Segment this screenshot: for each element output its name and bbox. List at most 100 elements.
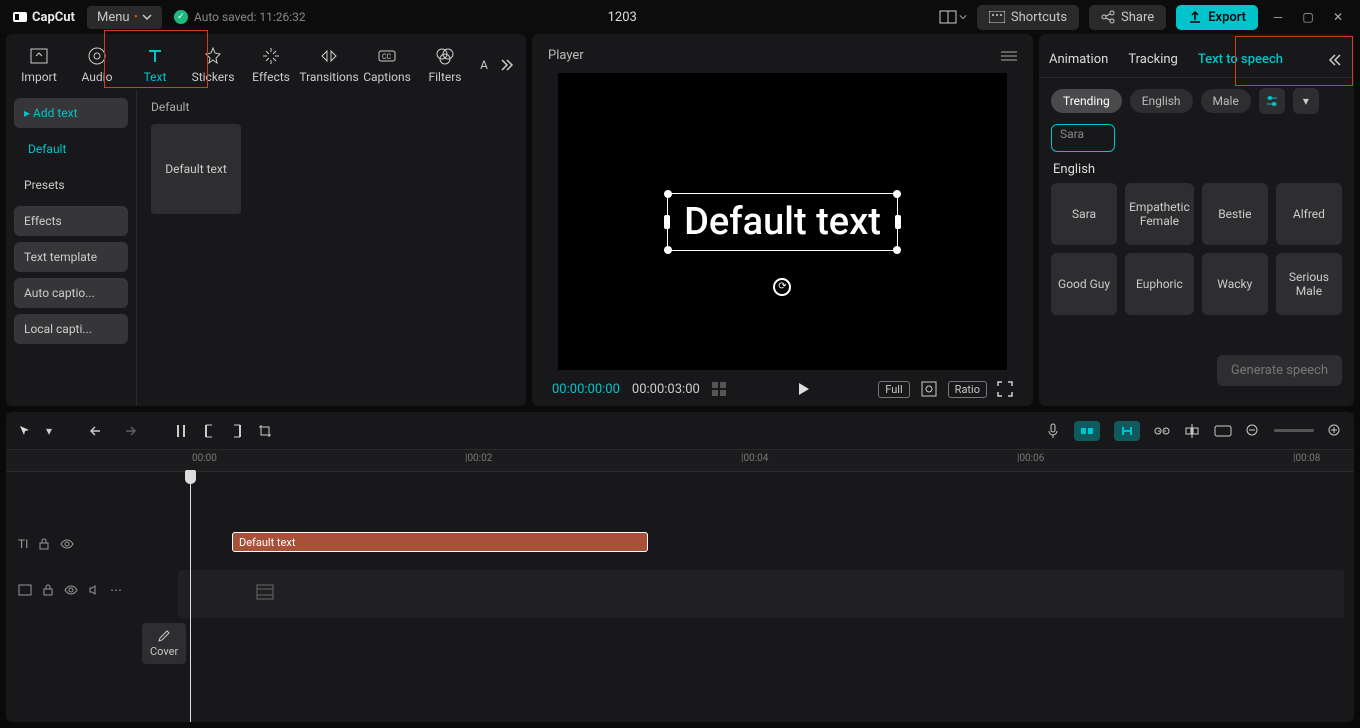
text-selection-box[interactable]: Default text ⟳ bbox=[667, 193, 898, 251]
redo-icon bbox=[120, 424, 136, 438]
collapse-inspector-button[interactable] bbox=[1328, 52, 1344, 68]
ratio-button[interactable]: Ratio bbox=[948, 381, 987, 398]
project-title: 1203 bbox=[318, 10, 927, 25]
text-sidebar: ▸ Add text Default Presets Effects Text … bbox=[6, 90, 136, 406]
resize-handle-r[interactable] bbox=[895, 215, 901, 229]
ruler-mark: 00:00 bbox=[192, 453, 217, 464]
resize-handle-l[interactable] bbox=[664, 215, 670, 229]
trim-right-icon bbox=[230, 423, 244, 439]
tab-import[interactable]: Import bbox=[10, 40, 68, 90]
app-logo: CapCut bbox=[12, 9, 75, 25]
chip-english[interactable]: English bbox=[1130, 89, 1193, 113]
generate-speech-button[interactable]: Generate speech bbox=[1217, 355, 1342, 386]
filter-dropdown[interactable]: ▾ bbox=[1293, 88, 1319, 114]
tab-transitions[interactable]: Transitions bbox=[300, 40, 358, 90]
mic-button[interactable] bbox=[1046, 423, 1060, 439]
sidebar-add-text[interactable]: ▸ Add text bbox=[14, 98, 128, 128]
voice-alfred[interactable]: Alfred bbox=[1276, 183, 1342, 245]
timeline-ruler[interactable]: 00:00 |00:02 |00:04 |00:06 |00:08 bbox=[6, 450, 1354, 472]
video-preview[interactable]: Default text ⟳ bbox=[558, 73, 1007, 370]
voice-sara[interactable]: Sara bbox=[1051, 183, 1117, 245]
voice-serious-male[interactable]: Serious Male bbox=[1276, 253, 1342, 315]
align-button[interactable] bbox=[1184, 424, 1200, 438]
lock-icon[interactable] bbox=[38, 538, 50, 550]
magnet-left-button[interactable] bbox=[1074, 421, 1100, 441]
share-button[interactable]: Share bbox=[1089, 5, 1166, 30]
insp-tab-tts[interactable]: Text to speech bbox=[1198, 48, 1283, 71]
voice-good-guy[interactable]: Good Guy bbox=[1051, 253, 1117, 315]
more-tabs-button[interactable] bbox=[494, 53, 518, 77]
redo-button[interactable] bbox=[120, 424, 136, 438]
tab-filters[interactable]: Filters bbox=[416, 40, 474, 90]
import-icon bbox=[29, 46, 49, 66]
sidebar-effects[interactable]: Effects bbox=[14, 206, 128, 236]
player-menu-button[interactable] bbox=[1001, 50, 1017, 62]
layout-button[interactable] bbox=[939, 10, 967, 24]
tab-stickers[interactable]: Stickers bbox=[184, 40, 242, 90]
link-button[interactable] bbox=[1154, 426, 1170, 436]
tab-audio[interactable]: Audio bbox=[68, 40, 126, 90]
lock-icon[interactable] bbox=[42, 584, 54, 596]
voice-euphoric[interactable]: Euphoric bbox=[1125, 253, 1194, 315]
shortcuts-button[interactable]: Shortcuts bbox=[977, 5, 1079, 30]
playhead[interactable] bbox=[190, 472, 191, 722]
fullscreen-icon[interactable] bbox=[997, 381, 1013, 397]
eye-icon[interactable] bbox=[60, 539, 74, 549]
zoom-slider[interactable] bbox=[1274, 429, 1314, 432]
resize-handle-tr[interactable] bbox=[893, 190, 901, 198]
export-button[interactable]: Export bbox=[1176, 5, 1258, 30]
zoom-in-button[interactable] bbox=[1328, 424, 1342, 438]
select-mode-dropdown[interactable]: ▾ bbox=[46, 424, 52, 438]
crop-tool[interactable] bbox=[258, 424, 272, 438]
tab-more-partial[interactable]: A bbox=[474, 52, 494, 78]
trim-left-icon bbox=[202, 423, 216, 439]
resize-handle-br[interactable] bbox=[893, 246, 901, 254]
chip-male[interactable]: Male bbox=[1201, 89, 1251, 113]
menu-button[interactable]: Menu • bbox=[87, 6, 162, 29]
select-tool[interactable] bbox=[18, 424, 32, 438]
voice-empathetic-female[interactable]: Empathetic Female bbox=[1125, 183, 1194, 245]
chip-trending[interactable]: Trending bbox=[1051, 89, 1122, 113]
playhead-knob[interactable] bbox=[185, 470, 196, 484]
magnet-right-button[interactable] bbox=[1114, 421, 1140, 441]
undo-button[interactable] bbox=[90, 424, 106, 438]
sidebar-local-captions[interactable]: Local capti... bbox=[14, 314, 128, 344]
selected-voice-chip[interactable]: Sara bbox=[1051, 124, 1115, 152]
track-area[interactable]: Default text bbox=[178, 472, 1354, 722]
default-text-thumb[interactable]: Default text bbox=[151, 124, 241, 214]
export-icon bbox=[1188, 10, 1202, 24]
close-button[interactable]: ✕ bbox=[1328, 7, 1348, 27]
tab-captions[interactable]: CCCaptions bbox=[358, 40, 416, 90]
trim-left-tool[interactable] bbox=[202, 423, 216, 439]
rotate-handle[interactable]: ⟳ bbox=[773, 278, 791, 296]
insp-tab-animation[interactable]: Animation bbox=[1049, 48, 1108, 71]
resize-handle-tl[interactable] bbox=[664, 190, 672, 198]
grid-icon[interactable] bbox=[712, 382, 728, 396]
voice-wacky[interactable]: Wacky bbox=[1202, 253, 1268, 315]
full-button[interactable]: Full bbox=[878, 381, 909, 398]
track-more-button[interactable]: ⋯ bbox=[110, 583, 122, 597]
sidebar-auto-captions[interactable]: Auto captio... bbox=[14, 278, 128, 308]
text-clip[interactable]: Default text bbox=[232, 532, 648, 552]
minimize-button[interactable]: ─ bbox=[1268, 7, 1288, 27]
filter-settings-button[interactable] bbox=[1259, 88, 1285, 114]
tab-text[interactable]: Text bbox=[126, 40, 184, 90]
voice-bestie[interactable]: Bestie bbox=[1202, 183, 1268, 245]
split-tool[interactable] bbox=[174, 423, 188, 439]
resize-handle-bl[interactable] bbox=[664, 246, 672, 254]
zoom-out-button[interactable] bbox=[1246, 424, 1260, 438]
sidebar-text-template[interactable]: Text template bbox=[14, 242, 128, 272]
video-track-lane[interactable] bbox=[178, 570, 1344, 618]
scale-icon[interactable] bbox=[920, 380, 938, 398]
speaker-icon[interactable] bbox=[88, 584, 100, 596]
tab-effects[interactable]: Effects bbox=[242, 40, 300, 90]
trim-right-tool[interactable] bbox=[230, 423, 244, 439]
eye-icon[interactable] bbox=[64, 585, 78, 595]
preview-toggle[interactable] bbox=[1214, 425, 1232, 437]
sidebar-presets[interactable]: Presets bbox=[14, 170, 128, 200]
insp-tab-tracking[interactable]: Tracking bbox=[1128, 48, 1178, 71]
sidebar-default[interactable]: Default bbox=[14, 134, 128, 164]
play-button[interactable] bbox=[795, 381, 811, 397]
maximize-button[interactable]: ▢ bbox=[1298, 7, 1318, 27]
sliders-icon bbox=[1265, 94, 1279, 108]
